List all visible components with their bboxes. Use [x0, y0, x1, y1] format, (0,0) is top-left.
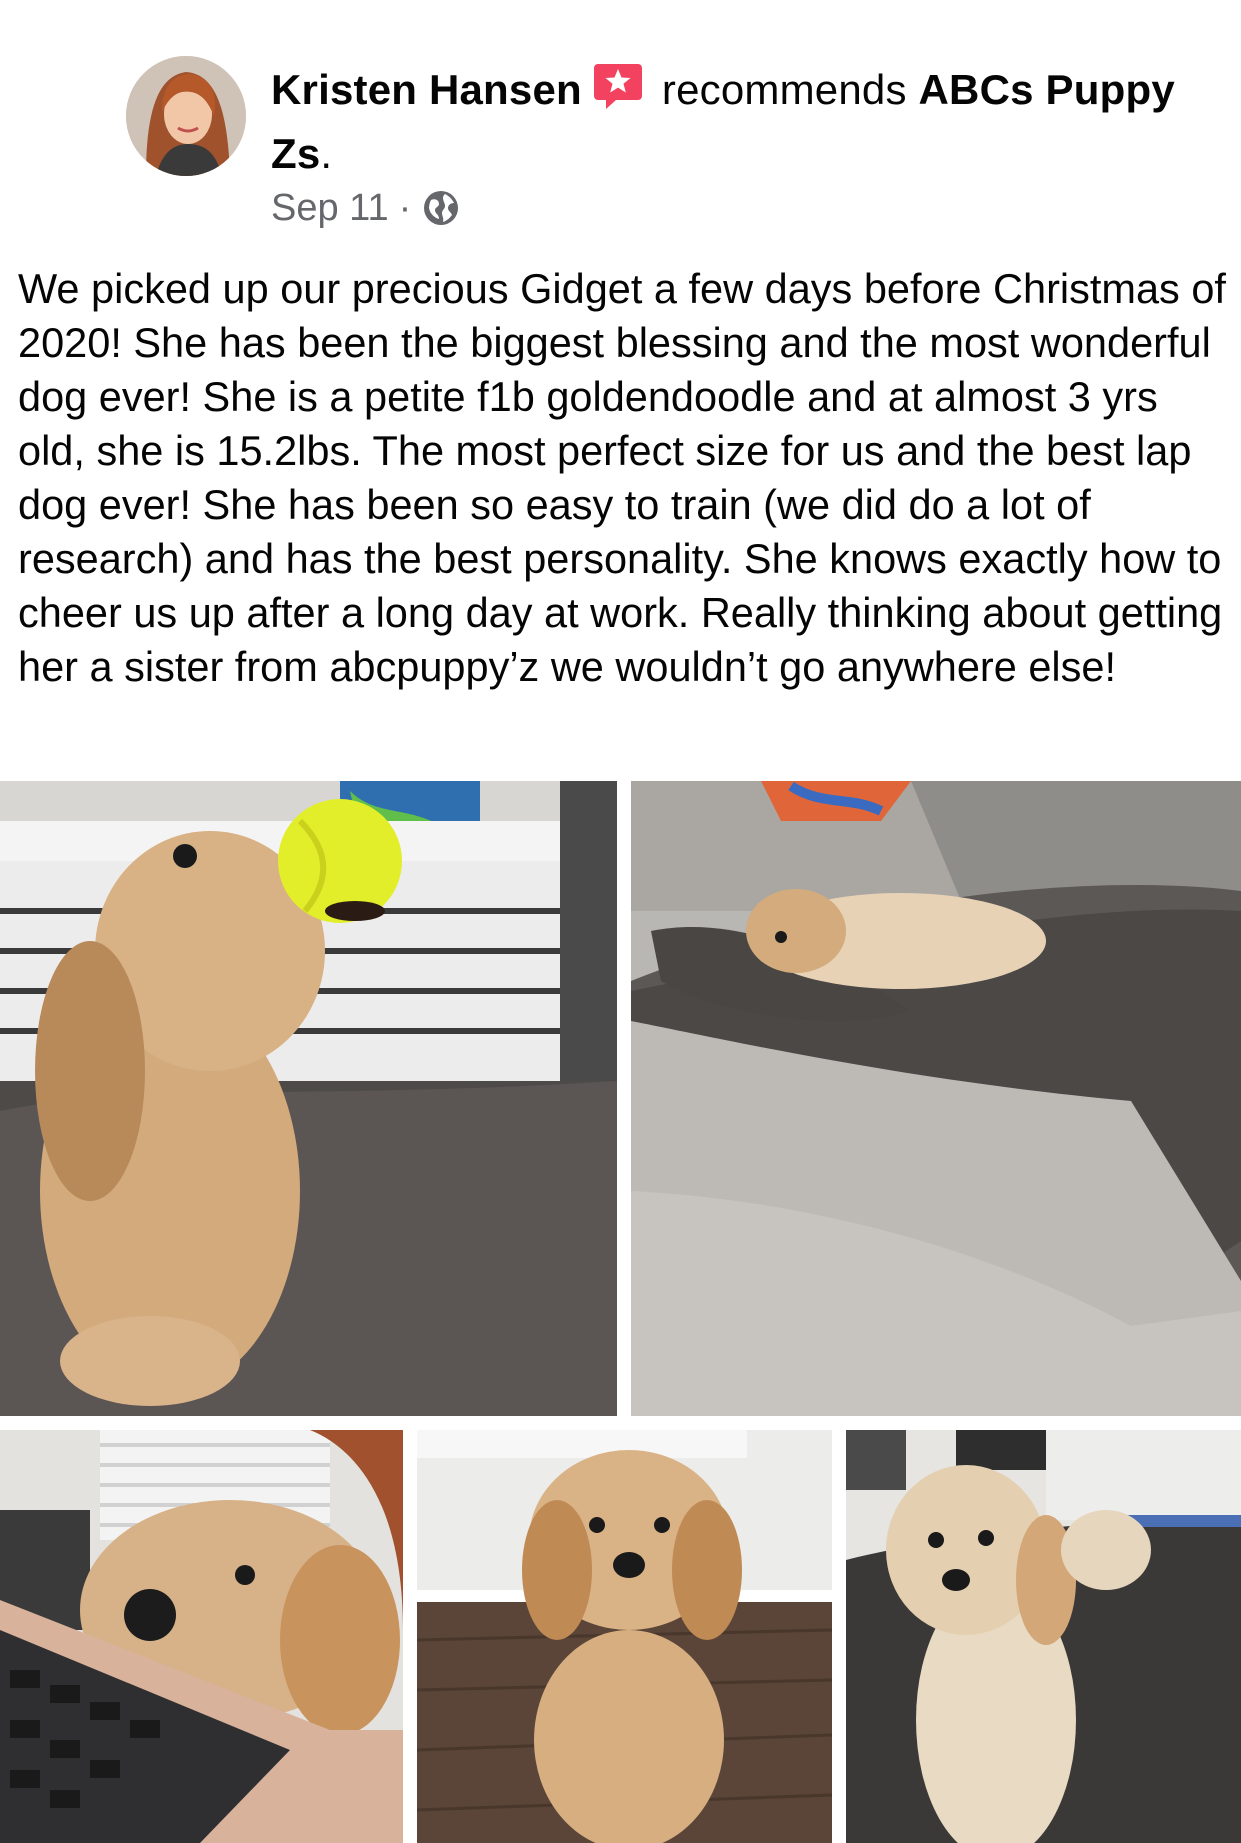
recommends-text: recommends — [661, 66, 907, 113]
photo-dog-on-couch[interactable] — [631, 781, 1241, 1416]
recommend-star-icon — [592, 60, 644, 112]
dog-photo-image — [631, 781, 1241, 1416]
globe-icon[interactable] — [421, 188, 461, 228]
photo-dog-on-laptop[interactable] — [0, 1430, 403, 1843]
dog-photo-image — [417, 1430, 832, 1843]
avatar-image — [126, 56, 246, 176]
photo-dog-sitting-floor[interactable] — [417, 1430, 832, 1843]
post-body: We picked up our precious Gidget a few d… — [18, 265, 1226, 690]
photo-dog-tennis-ball[interactable] — [0, 781, 617, 1416]
post-title: Kristen Hansen recommends ABCs Puppy Zs. — [271, 58, 1201, 186]
photo-dog-on-blanket[interactable] — [846, 1430, 1241, 1843]
dog-photo-image — [0, 781, 617, 1416]
post-date[interactable]: Sep 11 — [271, 187, 389, 230]
author-name[interactable]: Kristen Hansen — [271, 66, 582, 113]
meta-separator: · — [398, 186, 412, 229]
post-header: Kristen Hansen recommends ABCs Puppy Zs.… — [0, 0, 1241, 260]
post-card: Kristen Hansen recommends ABCs Puppy Zs.… — [0, 0, 1241, 1843]
dog-photo-image — [846, 1430, 1241, 1843]
avatar[interactable] — [126, 56, 246, 176]
title-period: . — [320, 130, 333, 177]
post-meta: Sep 11 · — [271, 180, 461, 236]
dog-photo-image — [0, 1430, 403, 1843]
